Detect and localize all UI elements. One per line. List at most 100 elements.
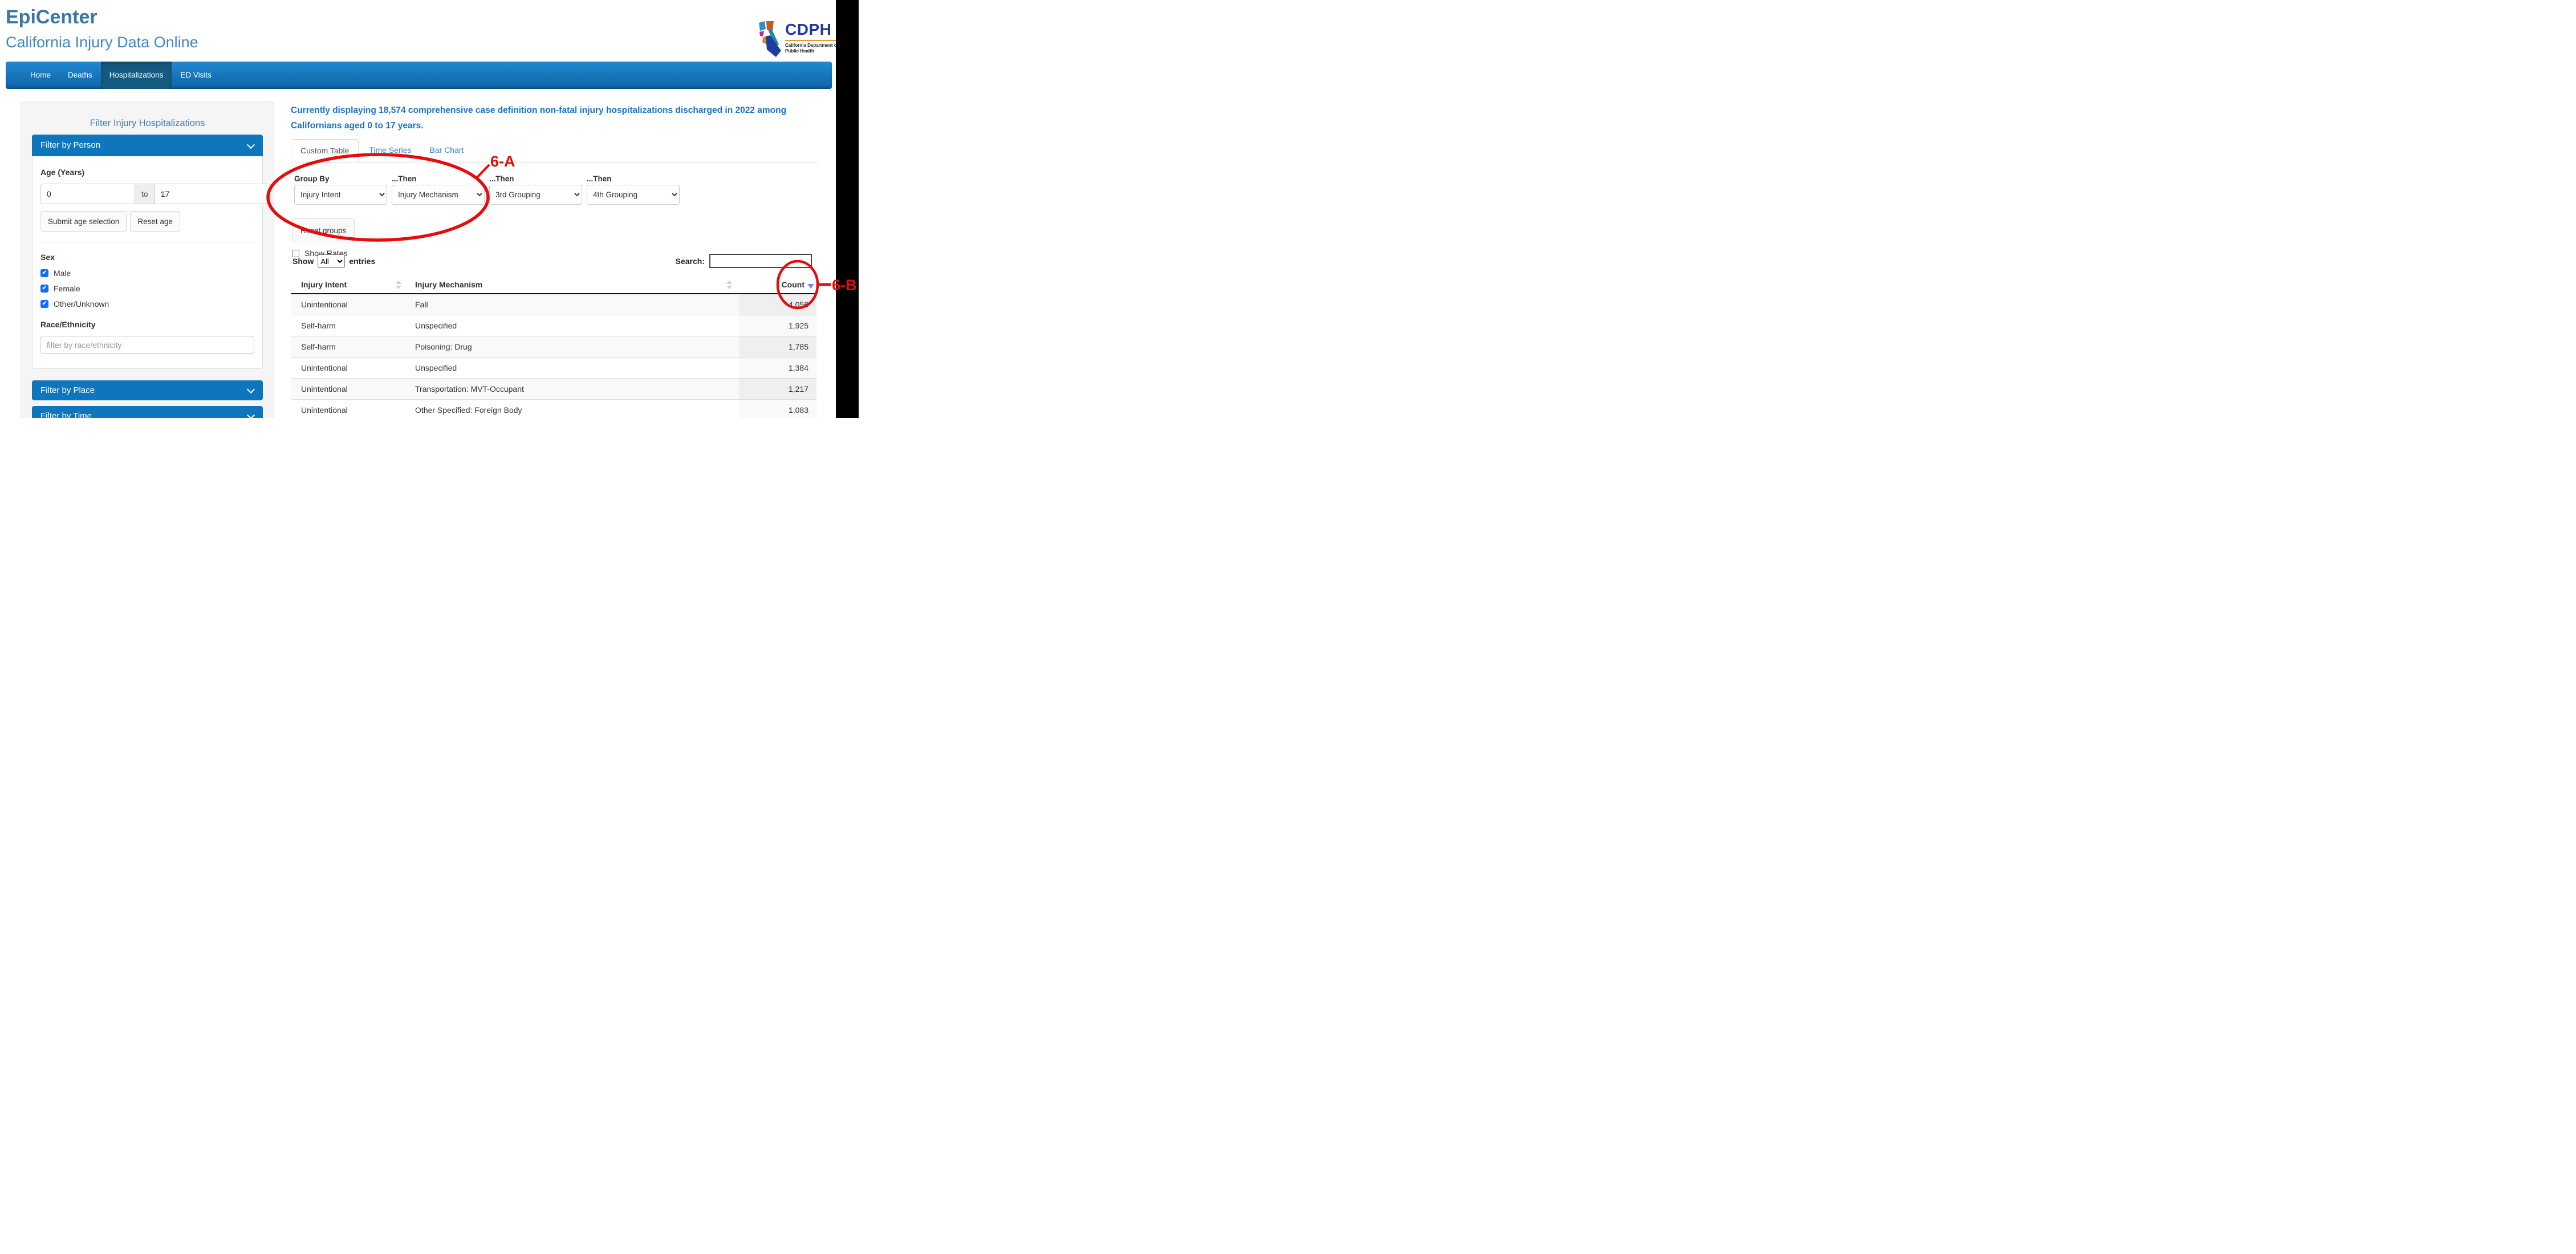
race-ethnicity-input[interactable] <box>40 336 254 354</box>
third-grouping-select[interactable]: 3rd Grouping <box>489 185 582 205</box>
sex-label: Sex <box>40 253 254 262</box>
age-to-input[interactable] <box>155 184 270 204</box>
site-title: EpiCenter <box>6 6 198 29</box>
search-control: Search: <box>676 254 812 268</box>
filter-by-time-header[interactable]: Filter by Time <box>32 406 263 418</box>
brand-block: EpiCenter California Injury Data Online <box>6 6 198 52</box>
age-to-separator: to <box>135 184 155 204</box>
age-label: Age (Years) <box>40 168 254 177</box>
nav-item-ed-visits[interactable]: ED Visits <box>172 62 220 89</box>
grouping-labels: Group By ...Then ...Then ...Then <box>294 174 680 183</box>
sex-option-other-label: Other/Unknown <box>54 299 109 309</box>
results-table: Injury Intent Injury Mechanism Count Uni… <box>291 276 816 418</box>
count-cell: 4,056 <box>739 294 816 315</box>
nav-item-hospitalizations[interactable]: Hospitalizations <box>101 62 172 89</box>
entries-select[interactable]: All <box>318 254 345 268</box>
filter-by-person-label: Filter by Person <box>40 140 100 150</box>
sort-descending-icon <box>807 284 814 289</box>
sidebar-title: Filter Injury Hospitalizations <box>32 118 263 129</box>
tab-time-series[interactable]: Time Series <box>369 139 411 162</box>
nav-item-deaths[interactable]: Deaths <box>59 62 101 89</box>
checkbox-checked-icon[interactable]: ✔ <box>40 269 48 277</box>
chevron-down-icon <box>247 411 255 418</box>
table-row: Self-harmUnspecified1,925 <box>291 315 816 336</box>
chevron-down-icon <box>247 385 255 393</box>
cdph-logo-rule <box>785 40 838 41</box>
search-input[interactable] <box>709 254 812 268</box>
summary-heading-line1: Currently displaying 18,574 comprehensiv… <box>291 103 818 118</box>
sex-option-other-unknown[interactable]: ✔ Other/Unknown <box>40 299 254 309</box>
sex-option-female[interactable]: ✔ Female <box>40 284 254 293</box>
entries-prefix: Show <box>292 257 314 266</box>
filter-by-place-header[interactable]: Filter by Place <box>32 380 263 400</box>
count-cell: 1,217 <box>739 379 816 399</box>
sex-option-female-label: Female <box>54 284 80 293</box>
table-row: UnintentionalOther Specified: Foreign Bo… <box>291 399 816 418</box>
mechanism-cell: Unspecified <box>405 358 739 378</box>
intent-cell: Unintentional <box>291 294 405 315</box>
injury-intent-header-label: Injury Intent <box>301 280 347 289</box>
then-label-4: ...Then <box>587 174 680 183</box>
intent-cell: Unintentional <box>291 400 405 418</box>
filter-by-person-panel: Filter by Person Age (Years) to Submit a… <box>32 135 263 369</box>
group-by-label: Group By <box>294 174 387 183</box>
table-row: UnintentionalUnspecified1,384 <box>291 357 816 378</box>
cdph-logo: CDPH California Department of Public Hea… <box>758 21 838 60</box>
sort-both-icon <box>396 281 401 289</box>
table-row: Self-harmPoisoning: Drug1,785 <box>291 336 816 357</box>
cdph-tagline-line1: California Department of <box>785 43 838 48</box>
mechanism-cell: Other Specified: Foreign Body <box>405 400 739 418</box>
intent-cell: Unintentional <box>291 379 405 399</box>
view-tabs: Custom Table Time Series Bar Chart <box>291 139 818 163</box>
intent-cell: Self-harm <box>291 336 405 357</box>
count-cell: 1,384 <box>739 358 816 378</box>
mechanism-cell: Fall <box>405 294 739 315</box>
intent-cell: Self-harm <box>291 315 405 336</box>
sort-both-icon <box>726 281 732 289</box>
reset-age-button[interactable]: Reset age <box>130 211 180 232</box>
tab-bar-chart[interactable]: Bar Chart <box>430 139 464 162</box>
mechanism-cell: Unspecified <box>405 315 739 336</box>
age-range-group: to <box>40 184 254 204</box>
column-header-injury-intent[interactable]: Injury Intent <box>291 280 405 289</box>
race-ethnicity-label: Race/Ethnicity <box>40 320 254 329</box>
cdph-acronym: CDPH <box>785 21 838 38</box>
summary-heading-line2: Californians aged 0 to 17 years. <box>291 118 818 133</box>
second-grouping-select[interactable]: Injury Mechanism <box>392 185 485 205</box>
filter-by-time-label: Filter by Time <box>40 411 92 418</box>
injury-mechanism-header-label: Injury Mechanism <box>415 280 482 289</box>
content-area: Currently displaying 18,574 comprehensiv… <box>291 103 818 418</box>
table-header-row: Injury Intent Injury Mechanism Count <box>291 276 816 294</box>
epicenter-page: EpiCenter California Injury Data Online … <box>0 0 859 418</box>
submit-age-button[interactable]: Submit age selection <box>40 211 127 232</box>
search-label: Search: <box>676 257 705 266</box>
entries-control: Show All entries <box>292 254 375 268</box>
age-from-input[interactable] <box>40 184 135 204</box>
entries-suffix: entries <box>349 257 375 266</box>
reset-groups-button[interactable]: Reset groups <box>292 218 355 242</box>
cdph-tagline-line2: Public Health <box>785 48 838 54</box>
group-by-select[interactable]: Injury Intent <box>294 185 387 205</box>
filter-by-person-header[interactable]: Filter by Person <box>32 135 263 156</box>
then-label-2: ...Then <box>392 174 485 183</box>
checkbox-checked-icon[interactable]: ✔ <box>40 300 48 308</box>
column-header-injury-mechanism[interactable]: Injury Mechanism <box>405 280 739 289</box>
count-cell: 1,925 <box>739 315 816 336</box>
main-nav: Home Deaths Hospitalizations ED Visits <box>6 62 832 89</box>
table-row: UnintentionalFall4,056 <box>291 294 816 315</box>
site-subtitle: California Injury Data Online <box>6 33 198 52</box>
count-header-label: Count <box>782 280 805 289</box>
filter-sidebar: Filter Injury Hospitalizations Filter by… <box>21 102 274 418</box>
checkbox-checked-icon[interactable]: ✔ <box>40 285 48 293</box>
mechanism-cell: Poisoning: Drug <box>405 336 739 357</box>
count-cell: 1,083 <box>739 400 816 418</box>
california-state-icon <box>758 21 782 60</box>
column-header-count[interactable]: Count <box>739 280 816 289</box>
grouping-selects: Injury Intent Injury Mechanism 3rd Group… <box>294 185 680 205</box>
count-cell: 1,785 <box>739 336 816 357</box>
sex-option-male[interactable]: ✔ Male <box>40 269 254 278</box>
table-body: UnintentionalFall4,056Self-harmUnspecifi… <box>291 294 816 418</box>
nav-item-home[interactable]: Home <box>22 62 59 89</box>
tab-custom-table[interactable]: Custom Table <box>291 139 359 162</box>
fourth-grouping-select[interactable]: 4th Grouping <box>587 185 680 205</box>
